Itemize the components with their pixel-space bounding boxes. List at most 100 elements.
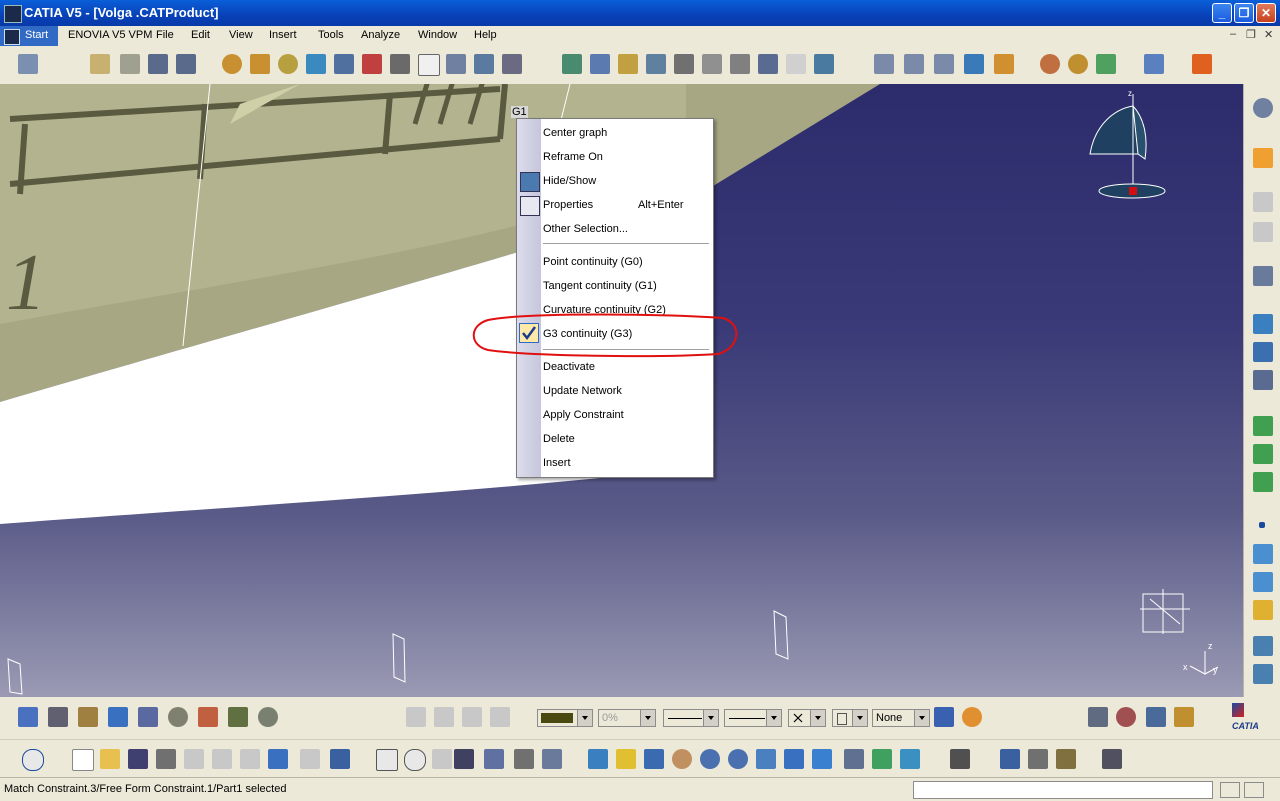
- redo-icon[interactable]: [300, 749, 320, 769]
- transparency-select[interactable]: 0%: [598, 709, 656, 727]
- menu-enovia[interactable]: ENOVIA V5 VPM: [68, 29, 152, 41]
- compass[interactable]: z: [1089, 89, 1166, 199]
- pan-icon[interactable]: [78, 707, 98, 727]
- pan-tool-icon[interactable]: [644, 749, 664, 769]
- section-icon[interactable]: [446, 54, 466, 74]
- zoom-out-icon[interactable]: [728, 749, 748, 769]
- offset-surface-icon[interactable]: [1253, 370, 1273, 390]
- menu-analyze[interactable]: Analyze: [361, 29, 400, 41]
- mdi-minimize-button[interactable]: –: [1230, 28, 1236, 40]
- menu-help[interactable]: Help: [474, 29, 497, 41]
- menu-item-reframe-on[interactable]: Reframe On: [543, 149, 603, 165]
- scene-icon[interactable]: [474, 54, 494, 74]
- measure-icon[interactable]: [874, 54, 894, 74]
- lock-icon[interactable]: [514, 749, 534, 769]
- apply-material-icon[interactable]: [1096, 54, 1116, 74]
- fly-icon[interactable]: [18, 707, 38, 727]
- weight-icon[interactable]: [1056, 749, 1076, 769]
- menu-item-update-network[interactable]: Update Network: [543, 383, 622, 399]
- table-icon[interactable]: [454, 749, 474, 769]
- angle-icon[interactable]: [646, 54, 666, 74]
- command-input[interactable]: [913, 781, 1213, 799]
- arc-icon[interactable]: [1253, 572, 1273, 592]
- cube-icon-2[interactable]: [1253, 664, 1273, 684]
- catalog-icon[interactable]: [502, 54, 522, 74]
- layer-icon[interactable]: [1144, 54, 1164, 74]
- paste-icon[interactable]: [240, 749, 260, 769]
- minimize-button[interactable]: _: [1212, 3, 1232, 23]
- tool-icon[interactable]: [1102, 749, 1122, 769]
- contact-icon[interactable]: [590, 54, 610, 74]
- status-button[interactable]: [1220, 782, 1240, 798]
- clash-icon[interactable]: [390, 54, 410, 74]
- distance-analysis-icon[interactable]: [1146, 707, 1166, 727]
- explode-icon[interactable]: [362, 54, 382, 74]
- hierarchy-icon[interactable]: [484, 749, 504, 769]
- normal-view-icon[interactable]: [756, 749, 776, 769]
- select-icon[interactable]: [1253, 148, 1273, 168]
- flexible-icon[interactable]: [758, 54, 778, 74]
- coincidence-icon[interactable]: [562, 54, 582, 74]
- grid-icon[interactable]: [1192, 54, 1212, 74]
- zoom-in-icon[interactable]: [700, 749, 720, 769]
- connect-checker-icon[interactable]: [1116, 707, 1136, 727]
- global-deformation-icon[interactable]: [1253, 472, 1273, 492]
- menu-item-delete[interactable]: Delete: [543, 431, 575, 447]
- fly-mode-icon[interactable]: [588, 749, 608, 769]
- point-symbol-select[interactable]: [788, 709, 826, 727]
- capture-icon[interactable]: [950, 749, 970, 769]
- collision-icon[interactable]: [198, 707, 218, 727]
- shading-icon[interactable]: [844, 749, 864, 769]
- extrude-icon[interactable]: [1253, 342, 1273, 362]
- menu-item-center-graph[interactable]: Center graph: [543, 125, 607, 141]
- sphere-icon[interactable]: [1068, 54, 1088, 74]
- curvature-analysis-icon[interactable]: [1174, 707, 1194, 727]
- annotation-icon[interactable]: [418, 54, 440, 76]
- comment-icon[interactable]: [404, 749, 426, 771]
- disabled-icon-2[interactable]: [1253, 222, 1273, 242]
- render-icon[interactable]: [994, 54, 1014, 74]
- surface-icon[interactable]: [1253, 600, 1273, 620]
- multi-view-icon[interactable]: [784, 749, 804, 769]
- save-icon[interactable]: [128, 749, 148, 769]
- gear-icon[interactable]: [1253, 98, 1273, 118]
- maximize-button[interactable]: ❐: [1234, 3, 1254, 23]
- instance-icon[interactable]: [542, 749, 562, 769]
- cut-icon[interactable]: [184, 749, 204, 769]
- flag-note-icon[interactable]: [934, 54, 954, 74]
- gear-icon[interactable]: [222, 54, 242, 74]
- quick-constraint-icon[interactable]: [730, 54, 750, 74]
- replace-icon[interactable]: [176, 54, 196, 74]
- print-icon[interactable]: [156, 749, 176, 769]
- turn-head-icon[interactable]: [138, 707, 158, 727]
- menu-insert[interactable]: Insert: [269, 29, 297, 41]
- product-icon[interactable]: [18, 54, 38, 74]
- menu-start[interactable]: Start: [0, 26, 58, 46]
- fit-all-icon[interactable]: [616, 749, 636, 769]
- fix-together-icon[interactable]: [702, 54, 722, 74]
- gear-set-icon[interactable]: [250, 54, 270, 74]
- disabled-icon[interactable]: [1253, 192, 1273, 212]
- match-icon[interactable]: [1253, 416, 1273, 436]
- color-select[interactable]: [537, 709, 593, 727]
- material-icon[interactable]: [1040, 54, 1060, 74]
- menu-item-properties[interactable]: Properties: [543, 197, 593, 213]
- hide-show-tool-icon[interactable]: [872, 749, 892, 769]
- ruler-icon[interactable]: [1028, 749, 1048, 769]
- format-painter-icon[interactable]: [934, 707, 954, 727]
- dimension-icon[interactable]: [1000, 749, 1020, 769]
- reuse-pattern-icon[interactable]: [814, 54, 834, 74]
- disabled-tool-icon-3[interactable]: [462, 707, 482, 727]
- navigation-cube[interactable]: [1140, 589, 1190, 634]
- menu-item-apply-constraint[interactable]: Apply Constraint: [543, 407, 624, 423]
- view-icon[interactable]: [964, 54, 984, 74]
- menu-item-other-selection[interactable]: Other Selection...: [543, 221, 628, 237]
- point-icon[interactable]: [1259, 522, 1265, 528]
- close-button[interactable]: ✕: [1256, 3, 1276, 23]
- fill-icon[interactable]: [1253, 444, 1273, 464]
- new-icon[interactable]: [72, 749, 94, 771]
- tree-icon[interactable]: [148, 54, 168, 74]
- options-icon[interactable]: [168, 707, 188, 727]
- cube-icon[interactable]: [1253, 636, 1273, 656]
- update-icon[interactable]: [22, 749, 44, 771]
